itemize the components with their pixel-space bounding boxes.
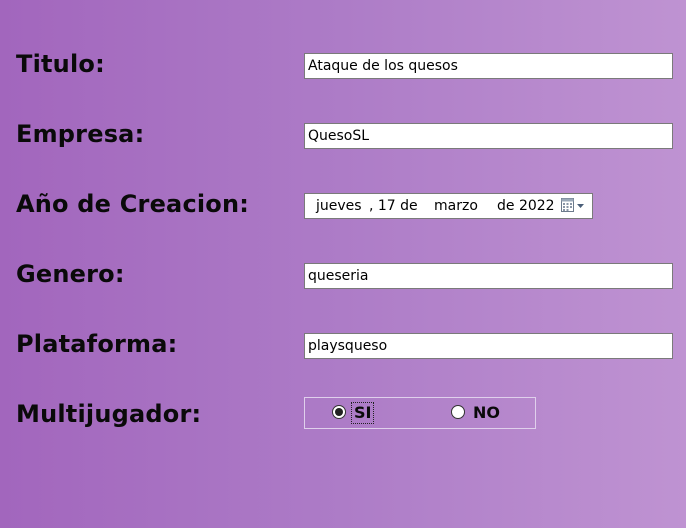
genero-label: Genero:: [16, 260, 125, 288]
empresa-label: Empresa:: [16, 120, 145, 148]
empresa-input[interactable]: [304, 123, 673, 149]
calendar-icon: [561, 198, 584, 212]
date-day[interactable]: , 17 de: [369, 194, 418, 218]
calendar-dropdown-button[interactable]: [560, 197, 590, 215]
multijugador-label: Multijugador:: [16, 400, 202, 428]
genero-input[interactable]: [304, 263, 673, 289]
radio-si-circle[interactable]: [332, 405, 346, 419]
radio-no[interactable]: NO: [451, 398, 511, 428]
radio-si-label[interactable]: SI: [350, 402, 375, 424]
radio-no-label[interactable]: NO: [471, 403, 502, 423]
chevron-down-icon: [577, 204, 584, 208]
multijugador-radio-group: SI NO: [304, 397, 536, 429]
radio-no-circle[interactable]: [451, 405, 465, 419]
date-month[interactable]: marzo: [434, 194, 478, 218]
radio-si[interactable]: SI: [332, 398, 392, 428]
plataforma-label: Plataforma:: [16, 330, 178, 358]
anio-creacion-datepicker[interactable]: jueves , 17 de marzo de 2022: [304, 193, 593, 219]
date-year[interactable]: de 2022: [497, 194, 555, 218]
anio-creacion-label: Año de Creacion:: [16, 190, 250, 218]
date-weekday[interactable]: jueves: [316, 194, 362, 218]
plataforma-input[interactable]: [304, 333, 673, 359]
titulo-label: Titulo:: [16, 50, 105, 78]
titulo-input[interactable]: [304, 53, 673, 79]
